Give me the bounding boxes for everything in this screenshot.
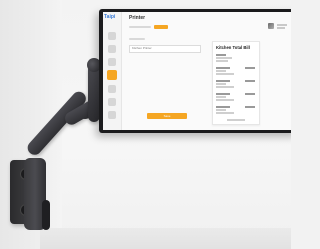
printer-select[interactable]: Kitchen Printer	[129, 45, 201, 53]
nav-item[interactable]	[108, 32, 116, 40]
receipt-line	[245, 80, 255, 82]
side-navigation: Taipi	[103, 12, 122, 130]
nav-item[interactable]	[108, 45, 116, 53]
receipt-line	[216, 54, 226, 56]
receipt-line	[216, 67, 230, 69]
save-button[interactable]: Save	[147, 113, 187, 119]
receipt-line	[216, 80, 230, 82]
tab-label[interactable]	[129, 26, 151, 28]
floor	[40, 228, 291, 249]
nav-item[interactable]	[108, 111, 116, 119]
monitor-screen: Taipi Printer Kitchen Printer Save Kitch…	[103, 12, 291, 130]
receipt-line	[216, 83, 226, 85]
receipt-line	[216, 60, 228, 62]
nav-item[interactable]	[108, 98, 116, 106]
receipt-line	[216, 70, 226, 72]
receipt-line	[245, 93, 255, 95]
receipt-line	[216, 109, 226, 111]
cable	[42, 200, 50, 230]
printer-select-value: Kitchen Printer	[132, 46, 152, 50]
field-label	[129, 38, 145, 40]
receipt-line	[216, 99, 234, 101]
photo-scene: Taipi Printer Kitchen Printer Save Kitch…	[0, 0, 291, 249]
receipt-line	[216, 106, 230, 108]
page-title: Printer	[129, 15, 146, 21]
nav-item[interactable]	[108, 85, 116, 93]
receipt-preview: Kitchen Total Bill	[212, 41, 260, 125]
avatar[interactable]	[268, 23, 274, 29]
receipt-line	[245, 106, 255, 108]
receipt-line	[216, 112, 234, 114]
user-name	[277, 24, 287, 26]
receipt-footer	[227, 119, 245, 121]
receipt-line	[216, 73, 234, 75]
save-button-label: Save	[163, 114, 171, 118]
receipt-line	[216, 86, 234, 88]
receipt-line	[216, 93, 230, 95]
receipt-line	[245, 67, 255, 69]
brand-logo: Taipi	[104, 14, 116, 20]
user-role	[277, 27, 285, 29]
nav-item[interactable]	[108, 58, 116, 66]
receipt-title: Kitchen Total Bill	[216, 45, 250, 50]
receipt-line	[216, 57, 232, 59]
tab-active[interactable]	[154, 25, 168, 29]
receipt-line	[216, 96, 226, 98]
nav-item-printer[interactable]	[107, 70, 117, 80]
